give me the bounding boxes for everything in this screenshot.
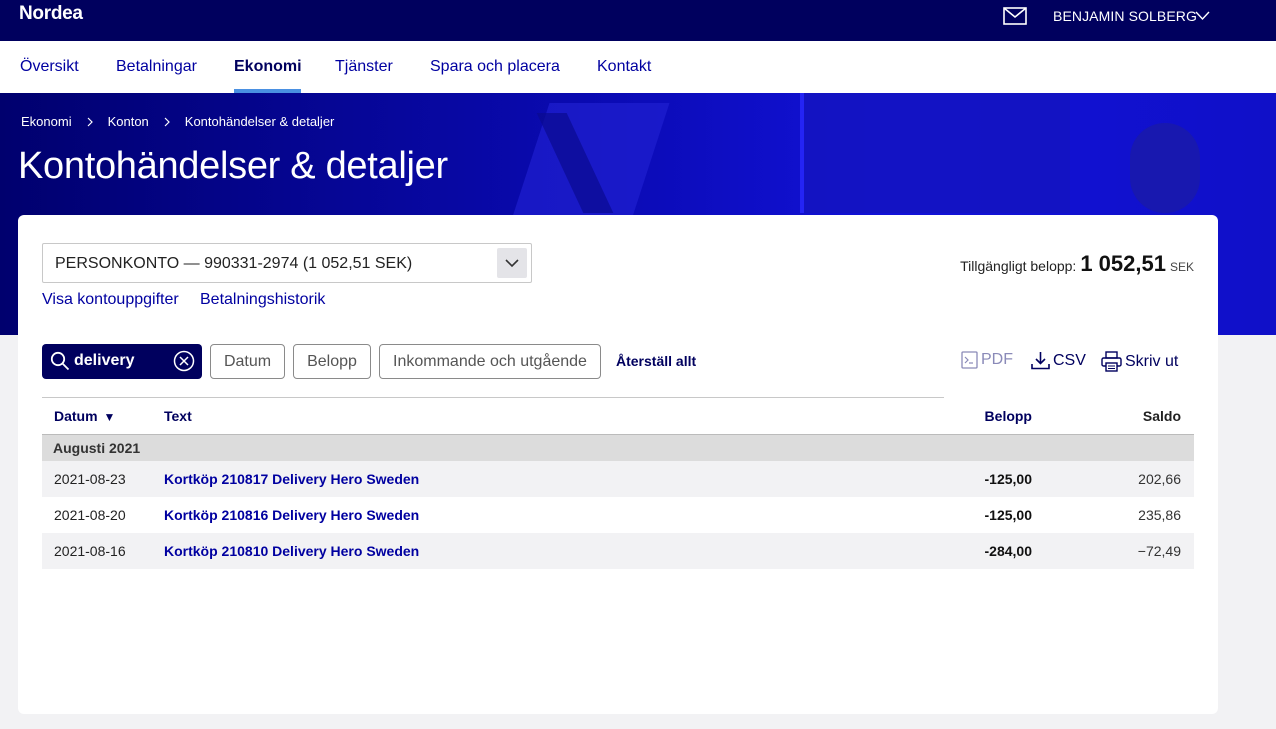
print-button[interactable]: Skriv ut [1101, 351, 1178, 372]
row-amount: -284,00 [984, 543, 1032, 559]
account-select-button[interactable] [497, 248, 527, 278]
breadcrumb-current: Kontohändelser & detaljer [184, 114, 335, 129]
chevron-right-icon [164, 117, 170, 126]
account-select[interactable]: PERSONKONTO — 990331-2974 (1 052,51 SEK) [42, 243, 532, 283]
nordea-logo[interactable]: Nordea [19, 3, 83, 25]
sort-desc-icon: ▼ [103, 410, 116, 424]
export-csv-label: CSV [1053, 351, 1086, 369]
divider [42, 397, 944, 398]
user-menu[interactable]: BENJAMIN SOLBERG [1053, 8, 1197, 24]
row-date: 2021-08-23 [54, 471, 126, 487]
nav-item-tjanster[interactable]: Tjänster [335, 58, 393, 76]
date-filter-button[interactable]: Datum [210, 344, 285, 379]
nav-item-ekonomi[interactable]: Ekonomi [234, 58, 302, 76]
hero-decoration [800, 93, 1070, 213]
breadcrumb: Ekonomi Konton Kontohändelser & detaljer [21, 114, 334, 129]
chevron-down-icon [505, 259, 519, 268]
pdf-icon [961, 351, 978, 369]
payment-history-link[interactable]: Betalningshistorik [200, 291, 325, 309]
month-group-header: Augusti 2021 [42, 435, 1194, 461]
amount-filter-button[interactable]: Belopp [293, 344, 371, 379]
breadcrumb-ekonomi[interactable]: Ekonomi [21, 114, 72, 129]
available-balance: Tillgängligt belopp: 1 052 ,51 SEK [960, 251, 1194, 277]
printer-icon [1101, 351, 1122, 372]
search-filter[interactable]: delivery [42, 344, 202, 379]
row-text[interactable]: Kortköp 210817 Delivery Hero Sweden [164, 471, 419, 487]
row-text[interactable]: Kortköp 210810 Delivery Hero Sweden [164, 543, 419, 559]
nav-item-spara[interactable]: Spara och placera [430, 58, 560, 76]
search-input[interactable]: delivery [74, 352, 134, 370]
account-card: PERSONKONTO — 990331-2974 (1 052,51 SEK)… [18, 215, 1218, 714]
row-balance: −72,49 [1137, 543, 1181, 559]
search-icon [50, 351, 70, 371]
table-row[interactable]: 2021-08-16 Kortköp 210810 Delivery Hero … [42, 533, 1194, 569]
direction-filter-button[interactable]: Inkommande och utgående [379, 344, 601, 379]
export-pdf-button[interactable]: PDF [961, 351, 1013, 369]
row-text[interactable]: Kortköp 210816 Delivery Hero Sweden [164, 507, 419, 523]
chevron-down-icon[interactable] [1195, 9, 1210, 21]
table-row[interactable]: 2021-08-20 Kortköp 210816 Delivery Hero … [42, 497, 1194, 533]
account-select-value: PERSONKONTO — 990331-2974 (1 052,51 SEK) [55, 255, 413, 272]
hero-decoration [1130, 123, 1200, 213]
row-balance: 235,86 [1138, 507, 1181, 523]
top-bar: Nordea BENJAMIN SOLBERG [0, 0, 1276, 41]
available-balance-integer: 1 052 [1080, 251, 1136, 276]
row-date: 2021-08-16 [54, 543, 126, 559]
nav-item-betalningar[interactable]: Betalningar [116, 58, 197, 76]
account-details-link[interactable]: Visa kontouppgifter [42, 291, 179, 309]
download-icon [1031, 352, 1050, 370]
column-header-balance: Saldo [1142, 408, 1181, 424]
row-date: 2021-08-20 [54, 507, 126, 523]
row-amount: -125,00 [984, 507, 1032, 523]
row-amount: -125,00 [984, 471, 1032, 487]
column-header-date[interactable]: Datum ▼ [54, 408, 115, 424]
column-header-amount[interactable]: Belopp [985, 408, 1032, 424]
month-group-label: Augusti 2021 [53, 440, 141, 456]
breadcrumb-konton[interactable]: Konton [108, 114, 149, 129]
page-title: Kontohändelser & detaljer [18, 145, 448, 187]
export-csv-button[interactable]: CSV [1031, 351, 1086, 370]
mail-icon[interactable] [1003, 7, 1027, 25]
available-balance-decimals: ,51 [1135, 251, 1166, 276]
print-label: Skriv ut [1125, 352, 1179, 370]
nav-item-kontakt[interactable]: Kontakt [597, 58, 651, 76]
reset-all-button[interactable]: Återställ allt [616, 353, 696, 369]
chevron-right-icon [87, 117, 93, 126]
column-header-date-label: Datum [54, 408, 98, 424]
close-icon[interactable] [173, 350, 195, 372]
row-balance: 202,66 [1138, 471, 1181, 487]
export-pdf-label: PDF [981, 351, 1013, 368]
available-balance-currency: SEK [1169, 260, 1194, 274]
main-nav: Översikt Betalningar Ekonomi Tjänster Sp… [0, 41, 1276, 93]
column-header-text[interactable]: Text [164, 408, 192, 424]
table-row[interactable]: 2021-08-23 Kortköp 210817 Delivery Hero … [42, 461, 1194, 497]
nav-item-oversikt[interactable]: Översikt [20, 58, 79, 76]
available-balance-label: Tillgängligt belopp: [960, 258, 1077, 274]
